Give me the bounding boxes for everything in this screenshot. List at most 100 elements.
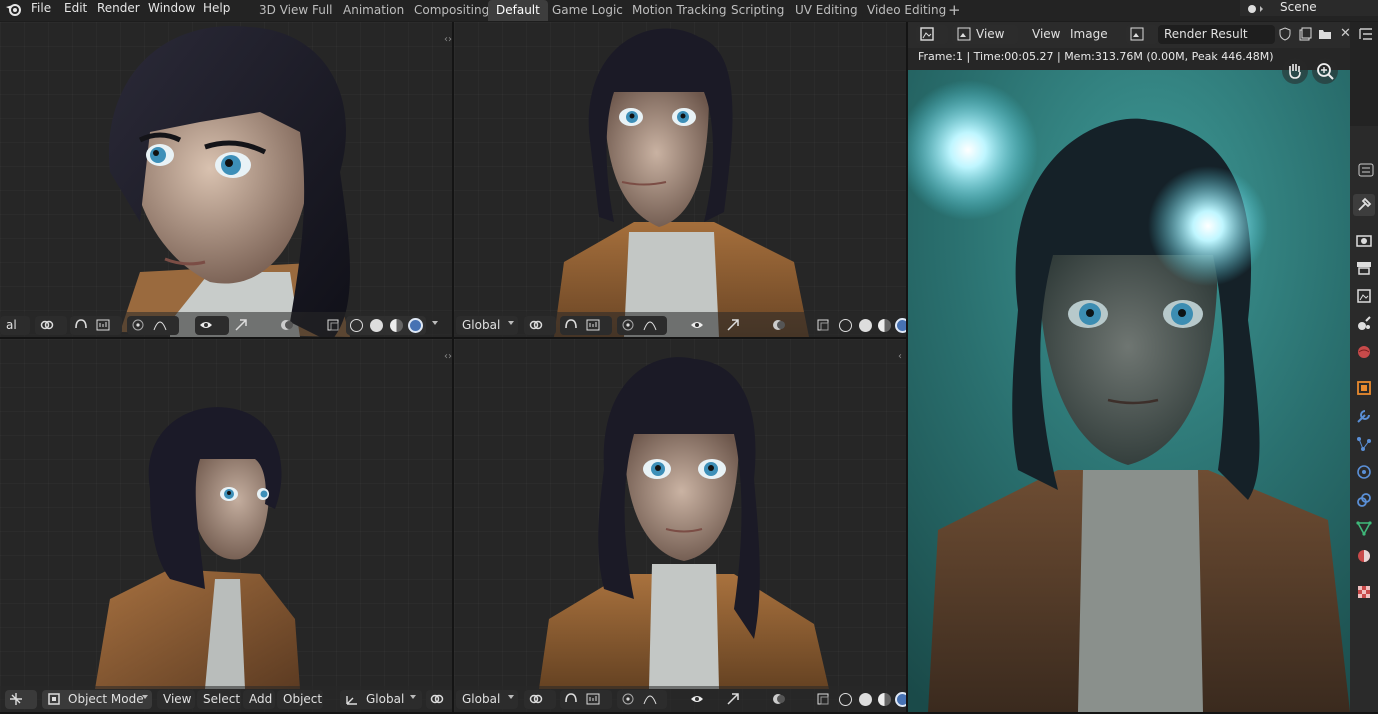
menu-object[interactable]: Object [277, 690, 323, 709]
scene-icon [1248, 5, 1263, 13]
material-shading-icon[interactable] [878, 319, 891, 332]
pan-hand-icon[interactable] [1282, 58, 1308, 84]
overlay-icon[interactable] [772, 318, 786, 332]
transform-orientation-dropdown[interactable]: Global [456, 690, 518, 709]
material-tab[interactable] [1353, 545, 1375, 567]
chevron-down-icon [142, 695, 148, 699]
viewport-bottom-right[interactable]: ‹ Global [454, 339, 906, 712]
particles-tab[interactable] [1353, 433, 1375, 455]
tab-default[interactable]: Default [488, 0, 548, 21]
wireframe-shading-icon[interactable] [839, 319, 852, 332]
physics-tab[interactable] [1353, 461, 1375, 483]
area-corner-icon[interactable]: ‹ [898, 351, 902, 362]
tab-animation[interactable]: Animation [335, 0, 412, 21]
menu-view[interactable]: View [1026, 25, 1066, 44]
add-workspace-button[interactable]: + [940, 0, 969, 21]
tool-tab[interactable] [1353, 194, 1375, 216]
3d-viewport-icon [10, 693, 22, 705]
tab-compositing[interactable]: Compositing [406, 0, 497, 21]
image-editor[interactable]: View View Image Render Result ✕ Frame:1 … [908, 22, 1350, 712]
close-icon[interactable]: ✕ [1340, 26, 1350, 41]
eye-icon[interactable] [690, 692, 704, 706]
pivot-icon [529, 320, 543, 330]
render-result-image [908, 70, 1350, 712]
solid-shading-icon[interactable] [370, 319, 383, 332]
properties-editor-icon[interactable] [1358, 162, 1376, 178]
menu-file[interactable]: File [24, 0, 58, 21]
eye-icon [200, 322, 212, 328]
blender-logo-icon[interactable] [5, 1, 23, 17]
snap-icon [565, 319, 577, 329]
image-name-field[interactable]: Render Result [1158, 25, 1275, 44]
rendered-shading-icon[interactable] [895, 692, 906, 707]
xray-icon[interactable] [816, 692, 830, 706]
shading-options-chevron-icon[interactable] [432, 321, 438, 325]
texture-tab[interactable] [1353, 581, 1375, 603]
transform-orientation-dropdown[interactable]: al [0, 316, 30, 335]
xray-icon[interactable] [816, 318, 830, 332]
character-three-quarter-image [95, 407, 300, 689]
object-tab[interactable] [1353, 377, 1375, 399]
menu-select[interactable]: Select [197, 690, 241, 709]
eye-icon[interactable] [690, 318, 704, 332]
modifier-tab[interactable] [1353, 405, 1375, 427]
outliner-strip [1350, 22, 1378, 126]
material-shading-icon[interactable] [390, 319, 403, 332]
gizmo-icon[interactable] [726, 692, 740, 706]
menu-help[interactable]: Help [196, 0, 237, 21]
material-shading-icon[interactable] [878, 693, 891, 706]
zoom-magnifier-icon[interactable] [1312, 58, 1338, 84]
xray-icon[interactable] [326, 318, 340, 332]
pivot-icon [40, 320, 54, 330]
viewport-top-right[interactable]: ‹ Global [454, 22, 906, 337]
orientation-icon [346, 696, 357, 705]
snap-increment-icon [586, 319, 600, 331]
open-folder-icon[interactable] [1318, 27, 1332, 41]
rendered-shading-icon[interactable] [408, 318, 423, 333]
tab-game-logic[interactable]: Game Logic [544, 0, 631, 21]
overlay-icon[interactable] [280, 318, 294, 332]
viewport-top-left[interactable]: ‹› al [0, 22, 452, 337]
snap-icon [75, 319, 87, 329]
tab-uv-editing[interactable]: UV Editing [787, 0, 866, 21]
wireframe-shading-icon[interactable] [350, 319, 363, 332]
solid-shading-icon[interactable] [859, 319, 872, 332]
rendered-shading-icon[interactable] [895, 318, 906, 333]
new-image-icon[interactable] [1298, 27, 1312, 41]
menu-window[interactable]: Window [141, 0, 202, 21]
constraints-tab[interactable] [1353, 489, 1375, 511]
outliner-icon[interactable] [1358, 26, 1374, 42]
gizmo-icon[interactable] [234, 318, 248, 332]
menu-view[interactable]: View [157, 690, 195, 709]
proportional-edit-icon [132, 319, 144, 331]
transform-orientation-dropdown[interactable]: Global [456, 316, 518, 335]
gizmo-icon[interactable] [726, 318, 740, 332]
falloff-icon [643, 321, 657, 331]
snap-increment-icon [586, 693, 600, 705]
fake-user-shield-icon[interactable] [1278, 27, 1292, 41]
viewport-bottom-left[interactable]: ‹› Object Mode View Select Add Object Gl… [0, 339, 452, 712]
area-corner-icon[interactable]: ‹› [444, 34, 452, 45]
tab-scripting[interactable]: Scripting [723, 0, 792, 21]
menu-image[interactable]: Image [1064, 25, 1114, 44]
tab-motion-tracking[interactable]: Motion Tracking [624, 0, 734, 21]
falloff-icon [153, 321, 167, 331]
menu-edit[interactable]: Edit [57, 0, 94, 21]
menu-add[interactable]: Add [243, 690, 275, 709]
solid-shading-icon[interactable] [859, 693, 872, 706]
output-tab[interactable] [1353, 257, 1375, 279]
data-tab[interactable] [1353, 517, 1375, 539]
character-face-closeup-image [108, 26, 350, 337]
overlay-icon[interactable] [772, 692, 786, 706]
proportional-edit-icon [622, 693, 634, 705]
area-corner-icon[interactable]: ‹› [444, 351, 452, 362]
menu-render[interactable]: Render [90, 0, 147, 21]
view-layer-tab[interactable] [1353, 285, 1375, 307]
world-tab[interactable] [1353, 341, 1375, 363]
view-icon [957, 27, 971, 41]
render-tab[interactable] [1353, 229, 1375, 251]
image-browse-icon [1130, 27, 1144, 41]
scene-tab[interactable] [1353, 313, 1375, 335]
wireframe-shading-icon[interactable] [839, 693, 852, 706]
tab-3d-view-full[interactable]: 3D View Full [251, 0, 341, 21]
